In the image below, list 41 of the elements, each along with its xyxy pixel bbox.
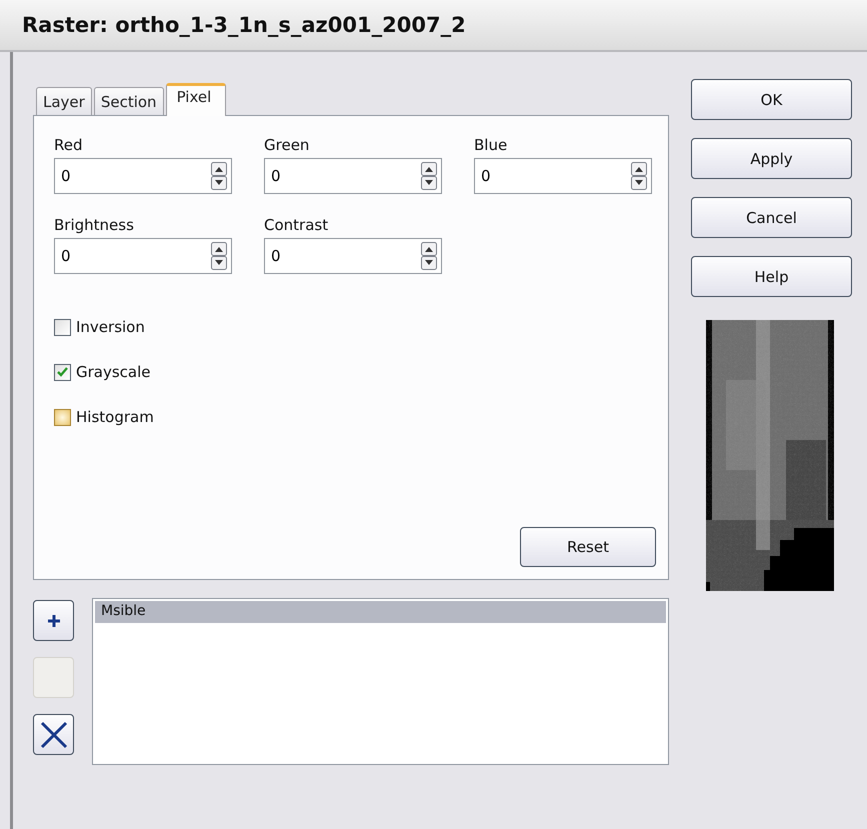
- spin-box[interactable]: 0: [264, 158, 442, 194]
- spin-box[interactable]: 0: [264, 238, 442, 274]
- spin-arrows-icon[interactable]: [631, 162, 647, 190]
- dialog-button[interactable]: Apply: [691, 138, 852, 179]
- field-label: Green: [264, 136, 310, 154]
- checkbox[interactable]: [54, 364, 71, 380]
- checkbox-label: Grayscale: [76, 363, 151, 381]
- check-icon: [57, 366, 68, 376]
- dialog-button[interactable]: OK: [691, 79, 852, 120]
- window-title: Raster: ortho_1-3_1n_s_az001_2007_2: [22, 13, 466, 37]
- field-label: Brightness: [54, 216, 134, 234]
- spin-arrows-icon[interactable]: [421, 242, 437, 270]
- spin-box[interactable]: 0: [54, 238, 232, 274]
- field-label: Red: [54, 136, 82, 154]
- field-label: Blue: [474, 136, 508, 154]
- spin-arrows-icon[interactable]: [421, 162, 437, 190]
- tab[interactable]: Pixel: [166, 83, 226, 116]
- tab[interactable]: Layer: [36, 87, 92, 115]
- list-row[interactable]: Msible: [95, 601, 666, 623]
- add-button[interactable]: [33, 600, 74, 641]
- dialog-button[interactable]: Cancel: [691, 197, 852, 238]
- number-input[interactable]: 0: [61, 167, 211, 185]
- cross-icon: [38, 720, 68, 750]
- number-input[interactable]: 0: [61, 247, 211, 265]
- number-input[interactable]: 0: [271, 167, 421, 185]
- spin-arrows-icon[interactable]: [211, 242, 227, 270]
- field-label: Contrast: [264, 216, 328, 234]
- plus-icon: [46, 612, 62, 628]
- spin-box[interactable]: 0: [474, 158, 652, 194]
- number-input[interactable]: 0: [271, 247, 421, 265]
- dialog-button[interactable]: Help: [691, 256, 852, 297]
- checkbox-label: Inversion: [76, 318, 145, 336]
- checkbox-label: Histogram: [76, 408, 154, 426]
- checkbox[interactable]: [54, 408, 71, 426]
- spin-box[interactable]: 0: [54, 158, 232, 194]
- tab[interactable]: Section: [94, 87, 164, 115]
- reset-button[interactable]: Reset: [520, 527, 656, 567]
- checkbox[interactable]: [54, 318, 71, 336]
- number-input[interactable]: 0: [481, 167, 631, 185]
- delete-button[interactable]: [33, 714, 74, 755]
- spin-arrows-icon[interactable]: [211, 162, 227, 190]
